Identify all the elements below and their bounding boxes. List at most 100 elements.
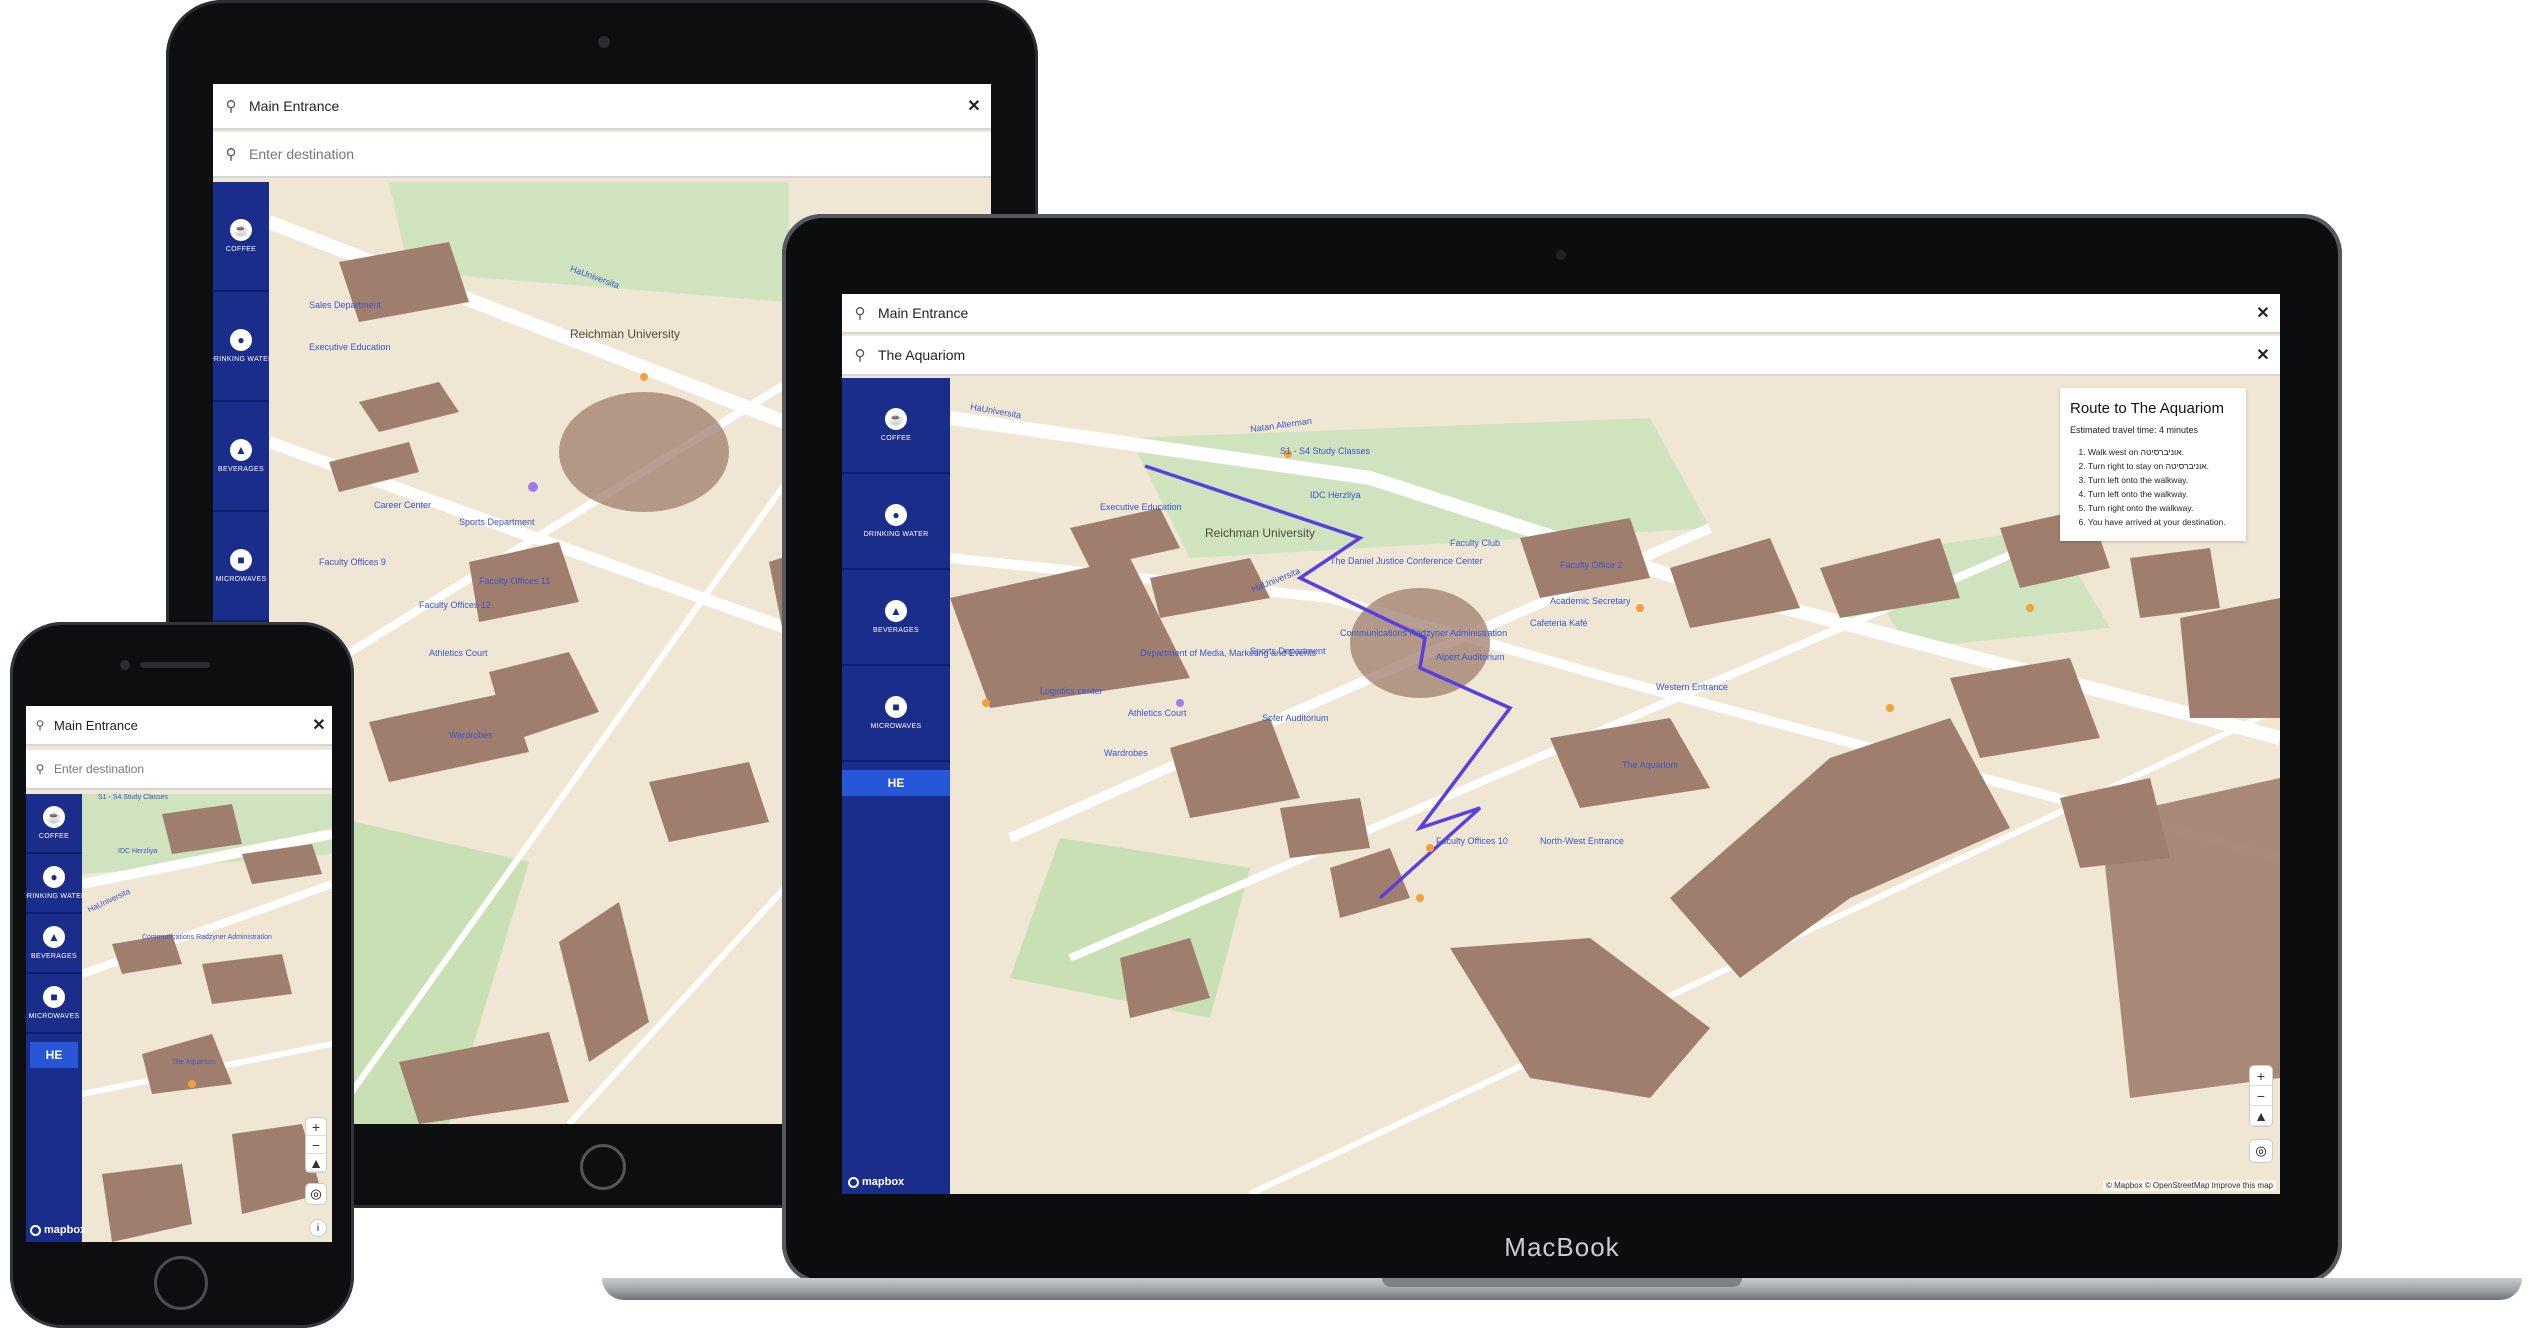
map-label-study-classes: S1 - S4 Study Classes: [98, 794, 169, 801]
route-step: Turn right to stay on אוניברסיטה.: [2088, 459, 2236, 473]
origin-search-bar[interactable]: ⚲ Main Entrance ✕: [213, 84, 991, 130]
map-label-cafeteria: Cafeteria Kafé: [1530, 618, 1588, 628]
map-label-university: Reichman University: [1205, 526, 1316, 540]
zoom-out-button[interactable]: −: [2250, 1086, 2272, 1106]
compass-button[interactable]: ▲: [2250, 1106, 2272, 1126]
category-microwaves[interactable]: ■ MICROWAVES: [213, 512, 269, 622]
phone-camera: [120, 660, 130, 670]
map-label-communications: Communications Radzyner Administration: [142, 934, 272, 941]
geolocate-button[interactable]: ◎: [2250, 1140, 2272, 1162]
category-drinking-water[interactable]: ● DRINKING WATER: [842, 474, 950, 570]
language-toggle-button[interactable]: HE: [842, 770, 950, 796]
destination-input[interactable]: The Aquariom: [878, 347, 2246, 363]
coffee-icon: ☕: [885, 408, 907, 430]
route-step: Turn left onto the walkway.: [2088, 473, 2236, 487]
language-toggle-button[interactable]: HE: [30, 1042, 78, 1068]
map-label-faculty-offices-9: Faculty Offices 9: [319, 557, 386, 567]
beverages-icon: ▲: [43, 926, 65, 948]
info-button[interactable]: i: [310, 1220, 326, 1236]
campus-map[interactable]: S1 - S4 Study Classes IDC Herzliya HaUni…: [82, 794, 332, 1242]
close-icon[interactable]: ✕: [2246, 303, 2280, 323]
water-icon: ●: [230, 329, 252, 351]
info-icon: i: [316, 1222, 320, 1234]
map-label-faculty-offices-10: Faculty Offices 10: [1436, 836, 1508, 846]
map-label-north-west-entrance: North-West Entrance: [1540, 836, 1624, 846]
map-label-wardrobes: Wardrobes: [1104, 748, 1148, 758]
map-label-conference-center: The Daniel Justice Conference Center: [1330, 556, 1483, 566]
campus-map[interactable]: Reichman University HaUniversita Natan A…: [950, 378, 2280, 1194]
beverages-icon: ▲: [885, 600, 907, 622]
mapbox-icon: [30, 1224, 41, 1236]
phone-speaker: [140, 662, 210, 668]
category-coffee[interactable]: ☕ COFFEE: [842, 378, 950, 474]
phone-home-button[interactable]: [154, 1256, 208, 1310]
route-step: Turn right onto the walkway.: [2088, 501, 2236, 515]
zoom-in-button[interactable]: +: [306, 1118, 326, 1136]
search-icon: ⚲: [225, 98, 237, 115]
category-drinking-water[interactable]: ● DRINKING WATER: [213, 292, 273, 402]
category-microwaves[interactable]: ■ MICROWAVES: [26, 974, 82, 1034]
microwave-icon: ■: [230, 549, 252, 571]
mapbox-logo: mapbox: [848, 1176, 904, 1188]
category-beverages[interactable]: ▲ BEVERAGES: [213, 402, 269, 512]
map-label-logistics: Logistics center: [1040, 686, 1103, 696]
category-microwaves[interactable]: ■ MICROWAVES: [842, 666, 950, 762]
origin-input[interactable]: Main Entrance: [249, 98, 957, 114]
zoom-out-button[interactable]: −: [306, 1136, 326, 1154]
origin-input[interactable]: Main Entrance: [878, 305, 2246, 321]
zoom-controls: + − ▲: [306, 1118, 326, 1172]
map-label-athletics: Athletics Court: [1128, 708, 1187, 718]
category-beverages[interactable]: ▲ BEVERAGES: [26, 914, 82, 974]
zoom-controls: + − ▲: [2250, 1066, 2272, 1126]
mapbox-logo: mapbox: [30, 1224, 86, 1236]
destination-search-bar[interactable]: ⚲ The Aquariom ✕: [842, 336, 2280, 376]
close-icon[interactable]: ✕: [2246, 345, 2280, 365]
map-label-faculty-office-2: Faculty Office 2: [1560, 560, 1623, 570]
destination-search-bar[interactable]: ⚲ Enter destination: [26, 750, 332, 790]
search-icon: ⚲: [854, 347, 866, 364]
category-coffee[interactable]: ☕ COFFEE: [26, 794, 82, 854]
laptop-camera: [1556, 250, 1566, 260]
destination-input[interactable]: Enter destination: [54, 762, 332, 776]
map-label-executive: Executive Education: [1100, 502, 1182, 512]
destination-search-bar[interactable]: ⚲ Enter destination: [213, 132, 991, 178]
laptop-brand: MacBook: [1504, 1232, 1620, 1262]
map-label-western-entrance: Western Entrance: [1656, 682, 1728, 692]
route-panel: Route to The Aquariom Estimated travel t…: [2060, 388, 2246, 542]
water-icon: ●: [885, 504, 907, 526]
map-label-aquariom: The Aquariom: [1622, 760, 1679, 770]
destination-input[interactable]: Enter destination: [249, 146, 991, 162]
category-drinking-water[interactable]: ● DRINKING WATER: [26, 854, 86, 914]
geolocate-button[interactable]: ◎: [306, 1184, 326, 1204]
phone-screen: ⚲ Main Entrance ✕ ⚲ Enter destination ☕ …: [26, 706, 332, 1242]
laptop-base: [602, 1278, 2522, 1300]
origin-search-bar[interactable]: ⚲ Main Entrance ✕: [842, 294, 2280, 334]
map-label-aquariom: The Aquariom: [172, 1059, 216, 1066]
route-title: Route to The Aquariom: [2070, 400, 2224, 417]
category-beverages[interactable]: ▲ BEVERAGES: [842, 570, 950, 666]
map-label-academic-secretary: Academic Secretary: [1550, 596, 1631, 606]
close-icon[interactable]: ✕: [957, 96, 991, 116]
search-icon: ⚲: [854, 305, 866, 322]
zoom-in-button[interactable]: +: [2250, 1066, 2272, 1086]
map-label-faculty-offices-12: Faculty Offices 12: [419, 600, 491, 610]
map-label-faculty-club: Faculty Club: [1450, 538, 1501, 548]
category-sidebar: ☕ COFFEE ● DRINKING WATER ▲ BEVERAGES ■ …: [842, 378, 950, 1194]
map-label-sports: Sports Department: [459, 517, 535, 527]
locate-icon: ◎: [2255, 1143, 2267, 1158]
map-canvas[interactable]: [82, 794, 332, 1242]
map-label-career-center: Career Center: [374, 500, 432, 510]
microwave-icon: ■: [43, 986, 65, 1008]
origin-search-bar[interactable]: ⚲ Main Entrance ✕: [26, 706, 332, 746]
origin-input[interactable]: Main Entrance: [54, 718, 306, 733]
map-attribution[interactable]: © Mapbox © OpenStreetMap Improve this ma…: [2103, 1180, 2276, 1191]
compass-button[interactable]: ▲: [306, 1154, 326, 1172]
category-coffee[interactable]: ☕ COFFEE: [213, 182, 269, 292]
map-label-wardrobes: Wardrobes: [449, 730, 493, 740]
close-icon[interactable]: ✕: [306, 715, 332, 735]
tablet-camera: [598, 36, 610, 48]
tablet-home-button[interactable]: [580, 1144, 626, 1190]
map-label-idc-herzliya: IDC Herzliya: [1310, 490, 1361, 500]
category-sidebar: ☕ COFFEE ● DRINKING WATER ▲ BEVERAGES ■ …: [26, 794, 86, 1242]
route-travel-time: Estimated travel time: 4 minutes: [2070, 425, 2199, 435]
